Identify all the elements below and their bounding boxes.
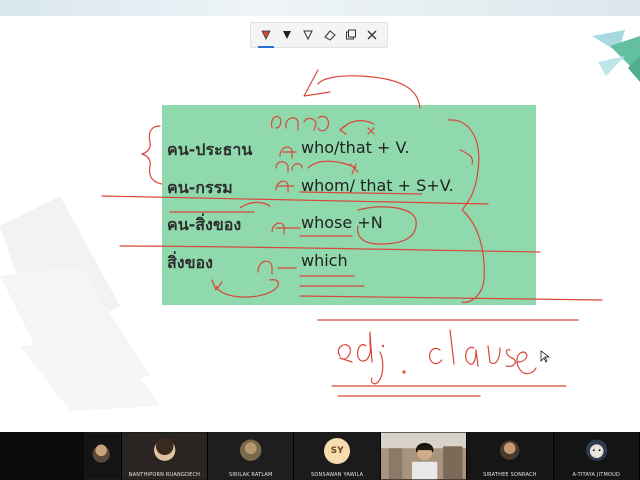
row-object-thai: คน-กรรม — [167, 178, 233, 197]
participant-video — [380, 432, 467, 480]
copy-icon — [345, 29, 356, 40]
highlighter-tool-button[interactable] — [299, 25, 317, 45]
row-possessive-thai: คน-สิ่งของ — [167, 215, 242, 234]
row-subject-english: who/that + V. — [301, 138, 410, 157]
participant-strip: NANTHIPORN RUANGDECH SIRILAK RATLAM SY S… — [0, 432, 640, 480]
eraser-icon — [323, 30, 336, 41]
close-icon — [367, 30, 377, 40]
participant-tile[interactable]: A-TITAYA JITMOUD — [553, 432, 640, 480]
participant-tile[interactable] — [84, 432, 122, 480]
participant-video — [84, 433, 121, 479]
participant-tile[interactable]: SY SONSAWAN YAWILA — [294, 432, 381, 480]
pen-icon — [261, 30, 271, 40]
row-object-english: whom/ that + S+V. — [301, 176, 454, 195]
row-possessive: คน-สิ่งของ — [167, 213, 241, 238]
pen-tool-button[interactable] — [257, 25, 275, 48]
row-thing-english: which — [301, 251, 348, 270]
window-top-bar — [0, 0, 640, 16]
relative-pronoun-table — [162, 105, 536, 305]
copy-tool-button[interactable] — [342, 25, 360, 45]
participant-tile[interactable]: SIRILAK RATLAM — [208, 432, 295, 480]
participant-name: SONSAWAN YAWILA — [311, 472, 364, 478]
participant-name: NANTHIPORN RUANGDECH — [128, 472, 201, 478]
row-object: คน-กรรม — [167, 176, 233, 201]
annotation-toolbar — [250, 22, 388, 48]
highlighter-icon — [303, 30, 314, 41]
row-thing: สิ่งของ — [167, 251, 213, 276]
participant-tile-speaker[interactable] — [380, 432, 468, 480]
participant-name: A-TITAYA JITMOUD — [572, 472, 621, 478]
row-subject: คน-ประธาน — [167, 138, 252, 163]
row-possessive-english: whose +N — [301, 213, 383, 232]
row-thing-thai: สิ่งของ — [167, 253, 213, 272]
participant-name: SIRILAK RATLAM — [228, 472, 273, 478]
participant-tile[interactable]: SIRATHEE SONRACH — [467, 432, 554, 480]
marker-icon — [282, 31, 291, 39]
close-toolbar-button[interactable] — [363, 25, 381, 45]
participant-name: SIRATHEE SONRACH — [483, 472, 537, 478]
marker-tool-button[interactable] — [278, 25, 296, 45]
participant-strip-spacer — [0, 432, 85, 480]
eraser-tool-button[interactable] — [321, 25, 339, 45]
row-subject-thai: คน-ประธาน — [167, 140, 253, 159]
participant-initials-avatar: SY — [324, 438, 351, 464]
participant-tile[interactable]: NANTHIPORN RUANGDECH — [121, 432, 209, 480]
